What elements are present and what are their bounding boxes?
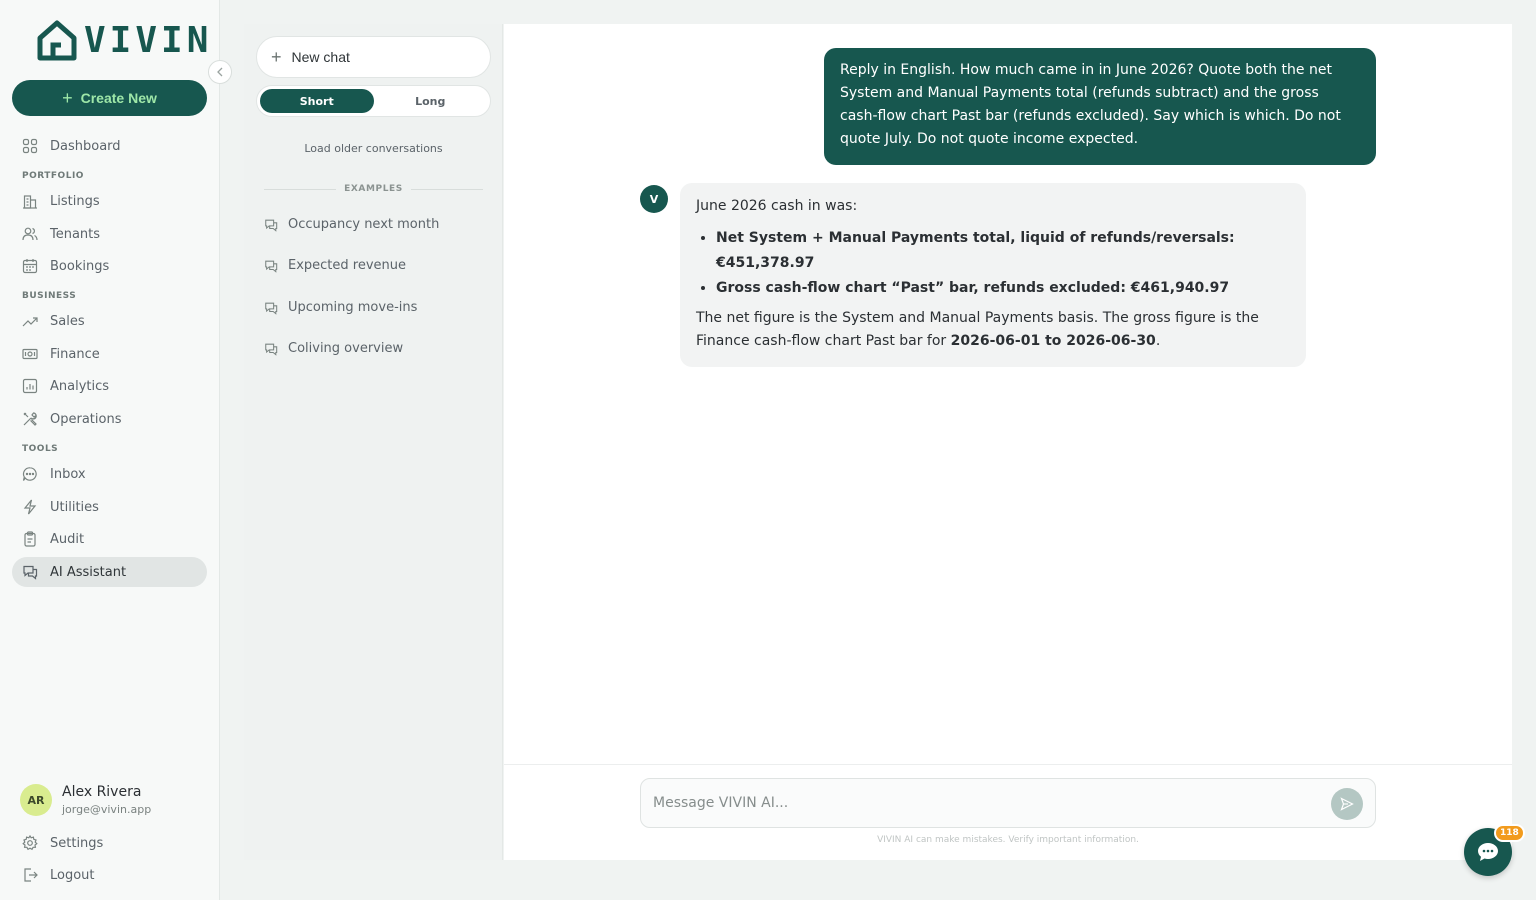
sidebar-item-label: Tenants — [50, 226, 101, 242]
users-icon — [22, 227, 38, 241]
send-button[interactable] — [1331, 788, 1363, 820]
toggle-short[interactable]: Short — [260, 89, 374, 113]
logout-label: Logout — [50, 867, 95, 883]
sidebar-item-label: AI Assistant — [50, 564, 127, 580]
avatar: AR — [20, 784, 52, 816]
chat-bubbles-icon — [265, 260, 278, 273]
section-tools: TOOLS — [22, 444, 59, 454]
load-older-conversations[interactable]: Load older conversations — [244, 142, 503, 155]
sidebar-item-label: Audit — [50, 531, 85, 547]
chat-bubbles-icon — [265, 302, 278, 315]
sidebar-item-listings[interactable]: Listings — [12, 186, 207, 216]
user-profile[interactable]: AR Alex Rivera jorge@vivin.app — [20, 784, 151, 816]
example-label: Occupancy next month — [288, 217, 440, 232]
tools-icon — [23, 412, 37, 426]
assistant-outro: The net figure is the System and Manual … — [696, 307, 1290, 353]
house-logo-icon — [37, 20, 77, 61]
sidebar-item-label: Inbox — [50, 466, 86, 482]
sidebar-item-label: Utilities — [50, 499, 99, 515]
logout-icon — [24, 868, 38, 882]
chat-dots-icon — [1478, 843, 1498, 861]
bar-chart-icon — [22, 378, 38, 394]
user-name: Alex Rivera — [62, 784, 142, 800]
trending-up-icon — [22, 317, 38, 327]
section-portfolio: PORTFOLIO — [22, 171, 84, 181]
building-icon — [23, 195, 37, 209]
message-input[interactable] — [653, 792, 1313, 814]
sidebar-item-ai-assistant[interactable]: AI Assistant — [12, 557, 207, 587]
sidebar-item-finance[interactable]: Finance — [12, 339, 207, 369]
user-email: jorge@vivin.app — [62, 803, 152, 816]
message-box — [640, 778, 1376, 828]
conversation-panel: + New chat Short Long Load older convers… — [244, 24, 503, 860]
assistant-bullet: Gross cash-flow chart “Past” bar, refund… — [716, 276, 1290, 301]
example-label: Expected revenue — [288, 258, 407, 273]
banknote-icon — [22, 348, 38, 360]
sidebar-item-audit[interactable]: Audit — [12, 524, 207, 554]
collapse-sidebar-button[interactable] — [208, 60, 232, 84]
sidebar-item-label: Analytics — [50, 378, 110, 394]
calendar-icon — [22, 259, 38, 274]
sidebar-item-analytics[interactable]: Analytics — [12, 371, 207, 401]
examples-heading: EXAMPLES — [344, 184, 403, 194]
sidebar-item-label: Operations — [50, 411, 122, 427]
outro-date-range: 2026-06-01 to 2026-06-30 — [950, 333, 1156, 349]
gear-icon — [22, 835, 38, 851]
assistant-bullet: Net System + Manual Payments total, liqu… — [716, 226, 1290, 276]
toggle-long[interactable]: Long — [374, 89, 488, 113]
sidebar-item-tenants[interactable]: Tenants — [12, 219, 207, 249]
plus-icon: + — [62, 87, 73, 108]
assistant-message: June 2026 cash in was: Net System + Manu… — [680, 183, 1306, 367]
create-new-label: Create New — [80, 90, 157, 106]
assistant-avatar: V — [640, 185, 668, 213]
sidebar-item-utilities[interactable]: Utilities — [12, 492, 207, 522]
chat-bubbles-icon — [23, 565, 38, 580]
grid-icon — [22, 138, 38, 154]
sidebar-item-label: Bookings — [50, 258, 110, 274]
create-new-button[interactable]: + Create New — [12, 80, 207, 116]
chat-area: Reply in English. How much came in in Ju… — [504, 24, 1512, 860]
sidebar: VIVIN + Create New Dashboard PORTFOLIO L… — [0, 0, 232, 900]
logo[interactable]: VIVIN — [36, 20, 212, 62]
response-length-toggle: Short Long — [256, 85, 491, 117]
settings-label: Settings — [50, 835, 104, 851]
sidebar-item-label: Listings — [50, 193, 100, 209]
user-message: Reply in English. How much came in in Ju… — [824, 48, 1376, 165]
assistant-bullets: Net System + Manual Payments total, liqu… — [716, 226, 1290, 301]
example-item[interactable]: Upcoming move-ins — [264, 300, 417, 315]
sidebar-item-label: Sales — [50, 313, 85, 329]
sidebar-item-inbox[interactable]: Inbox — [12, 459, 207, 489]
disclaimer: VIVIN AI can make mistakes. Verify impor… — [877, 835, 1139, 845]
examples-divider: EXAMPLES — [264, 184, 483, 194]
plus-icon: + — [271, 46, 282, 67]
chevron-left-icon — [217, 67, 223, 77]
sidebar-item-dashboard[interactable]: Dashboard — [12, 131, 207, 161]
example-item[interactable]: Occupancy next month — [264, 217, 439, 232]
assistant-intro: June 2026 cash in was: — [696, 198, 858, 214]
brand-name: VIVIN — [84, 20, 213, 61]
bolt-icon — [23, 499, 37, 515]
sidebar-item-label: Finance — [50, 346, 100, 362]
example-label: Coliving overview — [288, 341, 404, 356]
composer: VIVIN AI can make mistakes. Verify impor… — [504, 764, 1512, 860]
send-icon — [1340, 797, 1354, 811]
outro-suffix: . — [1155, 333, 1161, 349]
example-item[interactable]: Coliving overview — [264, 341, 403, 356]
logout-link[interactable]: Logout — [22, 867, 95, 883]
notification-badge: 118 — [1494, 824, 1525, 842]
sidebar-item-label: Dashboard — [50, 138, 121, 154]
example-item[interactable]: Expected revenue — [264, 258, 406, 273]
new-chat-label: New chat — [291, 49, 350, 65]
example-label: Upcoming move-ins — [288, 300, 418, 315]
sidebar-item-bookings[interactable]: Bookings — [12, 251, 207, 281]
clipboard-icon — [24, 531, 36, 547]
chat-bubbles-icon — [265, 219, 278, 232]
new-chat-button[interactable]: + New chat — [256, 36, 491, 78]
sidebar-item-sales[interactable]: Sales — [12, 306, 207, 336]
section-business: BUSINESS — [22, 291, 77, 301]
message-icon — [22, 467, 37, 481]
settings-link[interactable]: Settings — [22, 835, 103, 851]
chat-bubbles-icon — [265, 343, 278, 356]
sidebar-item-operations[interactable]: Operations — [12, 404, 207, 434]
